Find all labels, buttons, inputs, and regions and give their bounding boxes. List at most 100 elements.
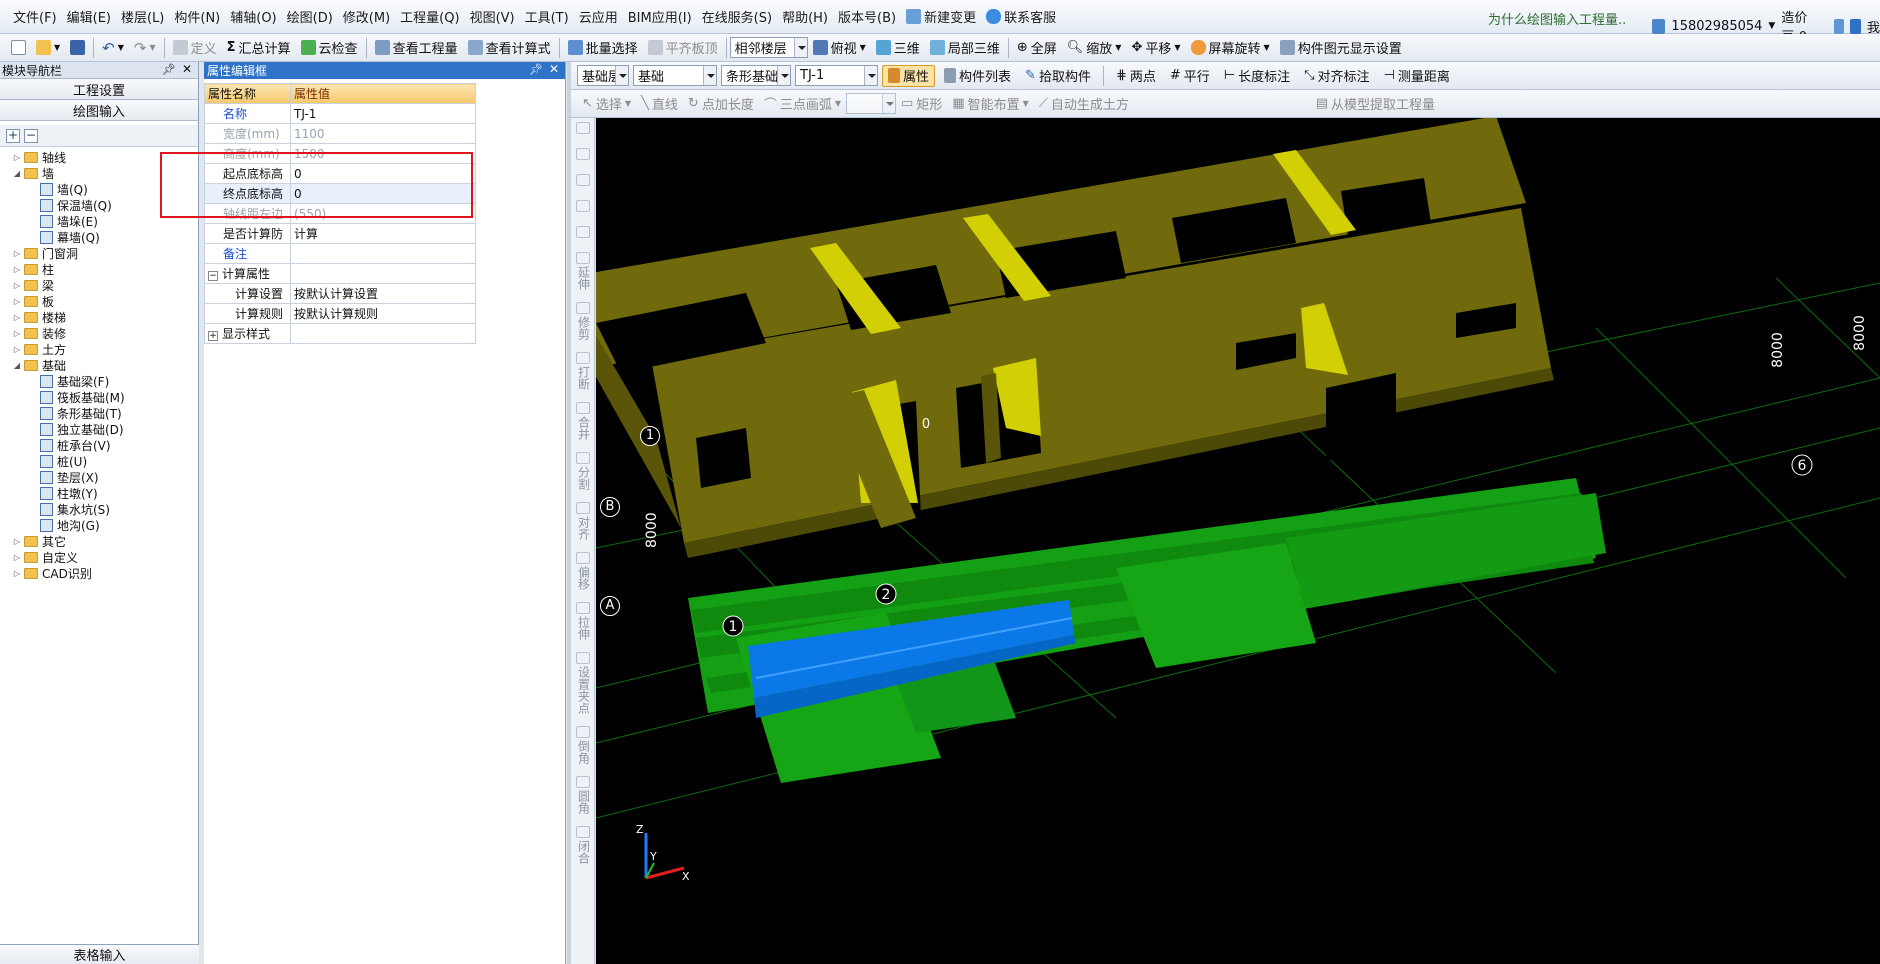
modify-tool-button[interactable]: 设置夹点 — [571, 648, 595, 714]
property-row[interactable]: 名称 TJ-1 — [204, 103, 476, 124]
menu-floor[interactable]: 楼层(L) — [116, 7, 169, 26]
save-button[interactable] — [65, 37, 90, 59]
modify-tool-button[interactable]: 偏移 — [571, 548, 595, 590]
element-display-button[interactable]: 构件图元显示设置 — [1275, 37, 1407, 59]
menu-cloud[interactable]: 云应用 — [574, 7, 623, 26]
two-point-button[interactable]: ⋕ 两点 — [1111, 65, 1161, 87]
expand-icon[interactable]: + — [208, 331, 218, 341]
redo-button[interactable]: ↷ ▼ — [129, 37, 161, 59]
point-length-button[interactable]: ↻ 点加长度 — [683, 93, 759, 115]
property-value[interactable] — [290, 263, 476, 284]
modify-tool-button[interactable] — [571, 118, 595, 136]
modify-tool-button[interactable] — [571, 196, 595, 214]
close-icon[interactable]: ✕ — [182, 62, 192, 76]
tree-folder[interactable]: ▷ 其它 — [0, 533, 198, 549]
arc-option-select[interactable] — [846, 93, 897, 114]
property-row[interactable]: 计算设置 按默认计算设置 — [204, 283, 476, 304]
tree-expander-icon[interactable]: ▷ — [12, 569, 22, 578]
type-select[interactable]: 条形基础 — [721, 65, 791, 86]
tree-folder[interactable]: ▷ 自定义 — [0, 549, 198, 565]
tree-expander-icon[interactable]: ◢ — [12, 361, 22, 370]
dropdown-arrow-icon[interactable]: ▼ — [1768, 21, 1775, 31]
parallel-button[interactable]: # 平行 — [1165, 65, 1215, 87]
line-button[interactable]: ╲ 直线 — [636, 93, 683, 115]
modify-tool-button[interactable] — [571, 170, 595, 188]
full-screen-button[interactable]: ⊕ 全屏 — [1012, 37, 1062, 59]
cloud-check-button[interactable]: 云检查 — [296, 37, 363, 59]
three-point-arc-button[interactable]: ⌒ 三点画弧 ▼ — [759, 93, 846, 115]
property-value[interactable]: TJ-1 — [290, 103, 476, 124]
align-slab-button[interactable]: 平齐板顶 — [643, 37, 723, 59]
tree-expander-icon[interactable]: ▷ — [12, 553, 22, 562]
tree-expander-icon[interactable]: ▷ — [12, 297, 22, 306]
tree-leaf[interactable]: 集水坑(S) — [0, 501, 198, 517]
view-formula-button[interactable]: 查看计算式 — [463, 37, 556, 59]
pick-element-button[interactable]: ✎ 拾取构件 — [1020, 65, 1096, 87]
smart-layout-button[interactable]: ▦ 智能布置 ▼ — [947, 93, 1033, 115]
tree-expander-icon[interactable]: ▷ — [12, 329, 22, 338]
tree-expander-icon[interactable]: ▷ — [12, 313, 22, 322]
bell-icon[interactable] — [1833, 18, 1845, 34]
property-value[interactable]: 按默认计算规则 — [290, 303, 476, 324]
menu-quantity[interactable]: 工程量(Q) — [395, 7, 464, 26]
tree-folder[interactable]: ▷ 土方 — [0, 341, 198, 357]
element-select[interactable]: TJ-1 — [795, 65, 878, 86]
modify-tool-button[interactable]: 修剪 — [571, 298, 595, 340]
menu-edit[interactable]: 编辑(E) — [62, 7, 116, 26]
menu-bim[interactable]: BIM应用(I) — [623, 7, 697, 26]
menu-view[interactable]: 视图(V) — [465, 7, 520, 26]
align-dim-button[interactable]: ⤡ 对齐标注 — [1299, 65, 1374, 87]
property-row[interactable]: 计算规则 按默认计算规则 — [204, 303, 476, 324]
modify-tool-button[interactable]: 对齐 — [571, 498, 595, 540]
tree-expander-icon[interactable]: ▷ — [12, 537, 22, 546]
select-button[interactable]: ↖ 选择 ▼ — [577, 93, 636, 115]
menu-element[interactable]: 构件(N) — [169, 7, 225, 26]
property-row[interactable]: 宽度(mm) 1100 — [204, 123, 476, 144]
notice-link[interactable]: 为什么绘图输入工程量.. — [1488, 9, 1626, 28]
property-value[interactable]: 1100 — [290, 123, 476, 144]
expand-all-icon[interactable]: + — [6, 128, 20, 143]
tree-folder[interactable]: ▷ 装修 — [0, 325, 198, 341]
tree-folder[interactable]: ▷ 楼梯 — [0, 309, 198, 325]
rectangle-button[interactable]: ▭ 矩形 — [896, 93, 947, 115]
define-button[interactable]: 定义 — [168, 37, 222, 59]
tree-leaf[interactable]: 条形基础(T) — [0, 405, 198, 421]
menu-version[interactable]: 版本号(B) — [833, 7, 901, 26]
project-settings-button[interactable]: 工程设置 — [0, 79, 198, 100]
extract-quantity-button[interactable]: ▤ 从模型提取工程量 — [1311, 93, 1440, 115]
tree-folder[interactable]: ▷ 板 — [0, 293, 198, 309]
property-row[interactable]: 是否计算防 计算 — [204, 223, 476, 244]
tree-leaf[interactable]: 独立基础(D) — [0, 421, 198, 437]
length-dim-button[interactable]: ⊢ 长度标注 — [1219, 65, 1295, 87]
three-d-button[interactable]: 三维 — [871, 37, 925, 59]
auto-earthwork-button[interactable]: ⟋ 自动生成土方 — [1034, 93, 1134, 115]
batch-select-button[interactable]: 批量选择 — [563, 37, 643, 59]
tree-leaf[interactable]: 桩承台(V) — [0, 437, 198, 453]
adjacent-floor-select[interactable]: 相邻楼层 — [729, 37, 808, 58]
collapse-all-icon[interactable]: − — [24, 128, 38, 143]
tree-expander-icon[interactable]: ▷ — [12, 153, 22, 162]
pin-icon[interactable]: 📌︎ — [529, 63, 543, 76]
pan-button[interactable]: ✥ 平移 ▼ — [1126, 37, 1185, 59]
zoom-button[interactable]: 🔍︎ 缩放 ▼ — [1062, 37, 1127, 59]
tree-folder[interactable]: ◢ 基础 — [0, 357, 198, 373]
table-input-button[interactable]: 表格输入 — [0, 944, 199, 964]
open-file-button[interactable]: ▼ — [31, 37, 65, 59]
element-list-button[interactable]: 构件列表 — [939, 65, 1016, 87]
property-value[interactable]: 按默认计算设置 — [290, 283, 476, 304]
screen-rotate-button[interactable]: 屏幕旋转 ▼ — [1186, 37, 1275, 59]
undo-button[interactable]: ↶ ▼ — [97, 37, 129, 59]
tree-leaf[interactable]: 地沟(G) — [0, 517, 198, 533]
modify-tool-button[interactable]: 闭合 — [571, 822, 595, 864]
tree-expander-icon[interactable]: ▷ — [12, 265, 22, 274]
tree-expander-icon[interactable]: ▷ — [12, 249, 22, 258]
measure-distance-button[interactable]: ⊣ 测量距离 — [1379, 65, 1455, 87]
tree-folder[interactable]: ▷ 梁 — [0, 277, 198, 293]
tree-folder[interactable]: ▷ CAD识别 — [0, 565, 198, 581]
tree-leaf[interactable]: 筏板基础(M) — [0, 389, 198, 405]
floor-select[interactable]: 基础层 — [577, 65, 629, 86]
tree-leaf[interactable]: 桩(U) — [0, 453, 198, 469]
tree-leaf[interactable]: 基础梁(F) — [0, 373, 198, 389]
tree-expander-icon[interactable]: ▷ — [12, 345, 22, 354]
property-value[interactable] — [290, 323, 476, 344]
